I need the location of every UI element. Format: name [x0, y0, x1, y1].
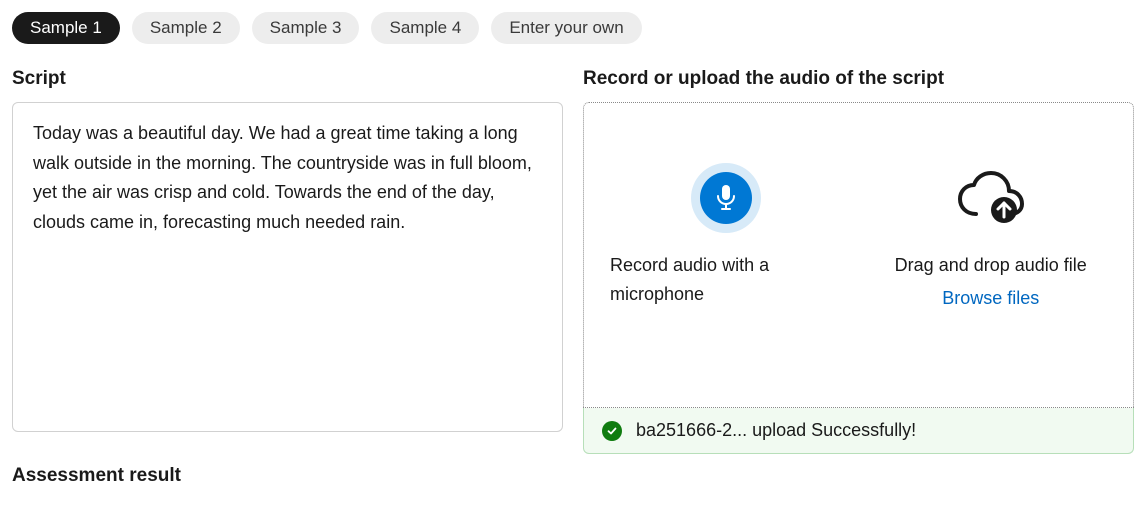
tab-sample-4[interactable]: Sample 4 — [371, 12, 479, 44]
script-textarea[interactable] — [12, 102, 563, 432]
record-button[interactable] — [691, 163, 761, 233]
browse-files-link[interactable]: Browse files — [942, 288, 1039, 309]
dnd-label: Drag and drop audio file — [895, 251, 1087, 280]
upload-dropzone[interactable]: Record audio with a microphone Drag and … — [583, 102, 1134, 408]
record-option: Record audio with a microphone — [594, 163, 859, 387]
tab-sample-3[interactable]: Sample 3 — [252, 12, 360, 44]
script-heading: Script — [12, 68, 563, 90]
upload-status-bar: ba251666-2... upload Successfully! — [583, 408, 1134, 454]
record-label: Record audio with a microphone — [606, 251, 847, 309]
sample-tabs: Sample 1 Sample 2 Sample 3 Sample 4 Ente… — [12, 12, 1134, 44]
tab-sample-1[interactable]: Sample 1 — [12, 12, 120, 44]
tab-sample-2[interactable]: Sample 2 — [132, 12, 240, 44]
assessment-result-heading: Assessment result — [12, 465, 563, 487]
upload-status-text: ba251666-2... upload Successfully! — [636, 420, 916, 441]
upload-heading: Record or upload the audio of the script — [583, 68, 1134, 90]
success-check-icon — [602, 421, 622, 441]
cloud-upload-icon — [956, 170, 1026, 226]
dnd-option: Drag and drop audio file Browse files — [859, 163, 1124, 387]
microphone-icon — [715, 184, 737, 212]
tab-enter-own[interactable]: Enter your own — [491, 12, 641, 44]
